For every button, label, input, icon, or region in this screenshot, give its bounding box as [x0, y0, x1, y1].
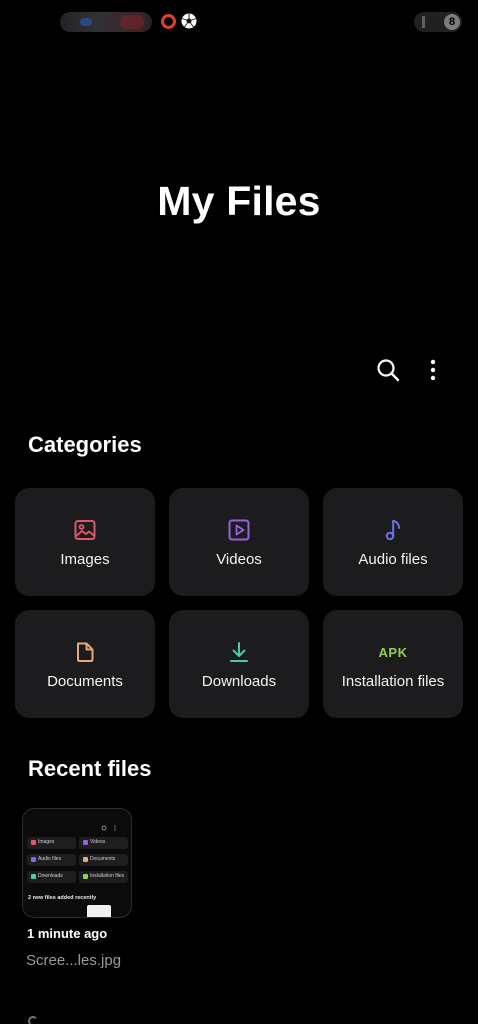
- more-options-button[interactable]: [418, 355, 448, 385]
- category-label: Documents: [47, 673, 123, 690]
- thumbnail-tile: Downloads: [27, 871, 76, 883]
- image-icon: [72, 517, 98, 543]
- category-audio-files[interactable]: Audio files: [323, 488, 463, 596]
- recent-file-time: 1 minute ago: [27, 926, 108, 941]
- thumbnail-image: [87, 905, 111, 917]
- recent-files-heading: Recent files: [28, 756, 152, 781]
- category-downloads[interactable]: Downloads: [169, 610, 309, 718]
- thumbnail-tile: Videos: [79, 837, 128, 849]
- download-icon: [226, 639, 252, 665]
- thumbnail-tile: Audio files: [27, 854, 76, 866]
- thumbnail-tile: Installation files: [79, 871, 128, 883]
- search-button[interactable]: [373, 355, 403, 385]
- category-label: Downloads: [201, 673, 277, 690]
- more-vertical-icon: [430, 359, 436, 381]
- category-installation-files[interactable]: APK Installation files: [323, 610, 463, 718]
- battery-icon: 8: [444, 14, 460, 30]
- status-system-icons: 8: [414, 12, 462, 32]
- music-note-icon: [380, 517, 406, 543]
- category-label: Videos: [216, 551, 262, 568]
- video-icon: [226, 517, 252, 543]
- soccer-ball-icon: [181, 13, 197, 29]
- categories-heading: Categories: [28, 432, 142, 457]
- status-notification-icons: [60, 12, 152, 32]
- thumbnail-toolbar-icons: [101, 825, 116, 831]
- category-label: Installation files: [341, 673, 445, 690]
- recent-file-thumbnail[interactable]: Images Videos Audio files Documents Down…: [22, 808, 132, 918]
- category-documents[interactable]: Documents: [15, 610, 155, 718]
- category-label: Audio files: [358, 551, 428, 568]
- search-icon: [377, 359, 400, 382]
- recent-file-name[interactable]: Scree...les.jpg: [26, 952, 121, 969]
- screen: 8 My Files Categories Images Videos Audi…: [0, 0, 478, 1024]
- thumbnail-tile: Images: [27, 837, 76, 849]
- category-images[interactable]: Images: [15, 488, 155, 596]
- thumbnail-note: 2 new files added recently: [28, 895, 97, 901]
- thumbnail-tile: Documents: [79, 854, 128, 866]
- partial-icon: [28, 1016, 38, 1024]
- apk-icon: APK: [378, 644, 408, 660]
- status-bar: 8: [0, 0, 478, 42]
- category-videos[interactable]: Videos: [169, 488, 309, 596]
- ring-icon: [161, 14, 176, 29]
- document-icon: [72, 639, 98, 665]
- page-title: My Files: [157, 178, 321, 224]
- category-label: Images: [60, 551, 110, 568]
